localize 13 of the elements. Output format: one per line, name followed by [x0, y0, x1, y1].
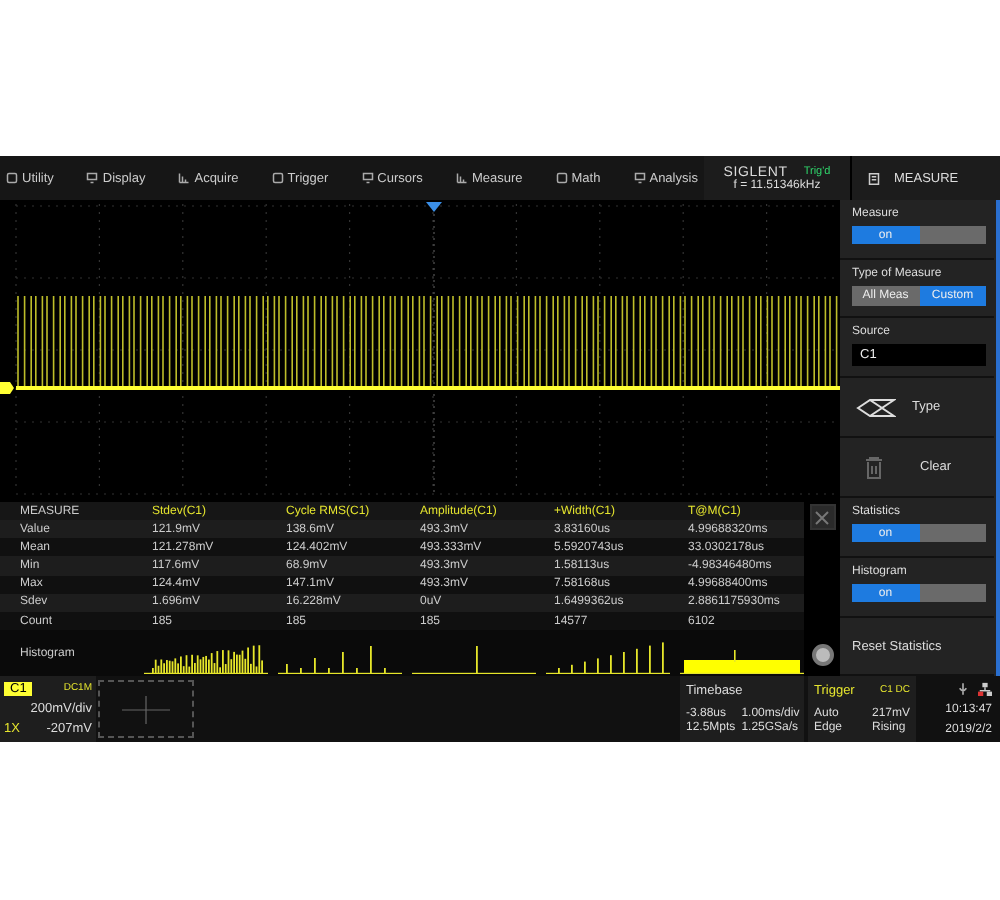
trash-icon	[864, 455, 884, 479]
circle-button[interactable]	[811, 644, 833, 666]
ground-marker	[0, 382, 14, 394]
monitor-icon	[86, 172, 99, 184]
histogram-drawing	[412, 641, 536, 674]
histogram-drawing	[546, 641, 670, 674]
histogram-drawing	[278, 641, 402, 674]
histogram-drawing	[144, 641, 268, 674]
document-icon	[868, 171, 880, 185]
close-button[interactable]	[809, 504, 835, 530]
close-icon	[814, 509, 830, 525]
crosshair-drawing	[98, 680, 194, 738]
network-icon	[978, 682, 992, 696]
